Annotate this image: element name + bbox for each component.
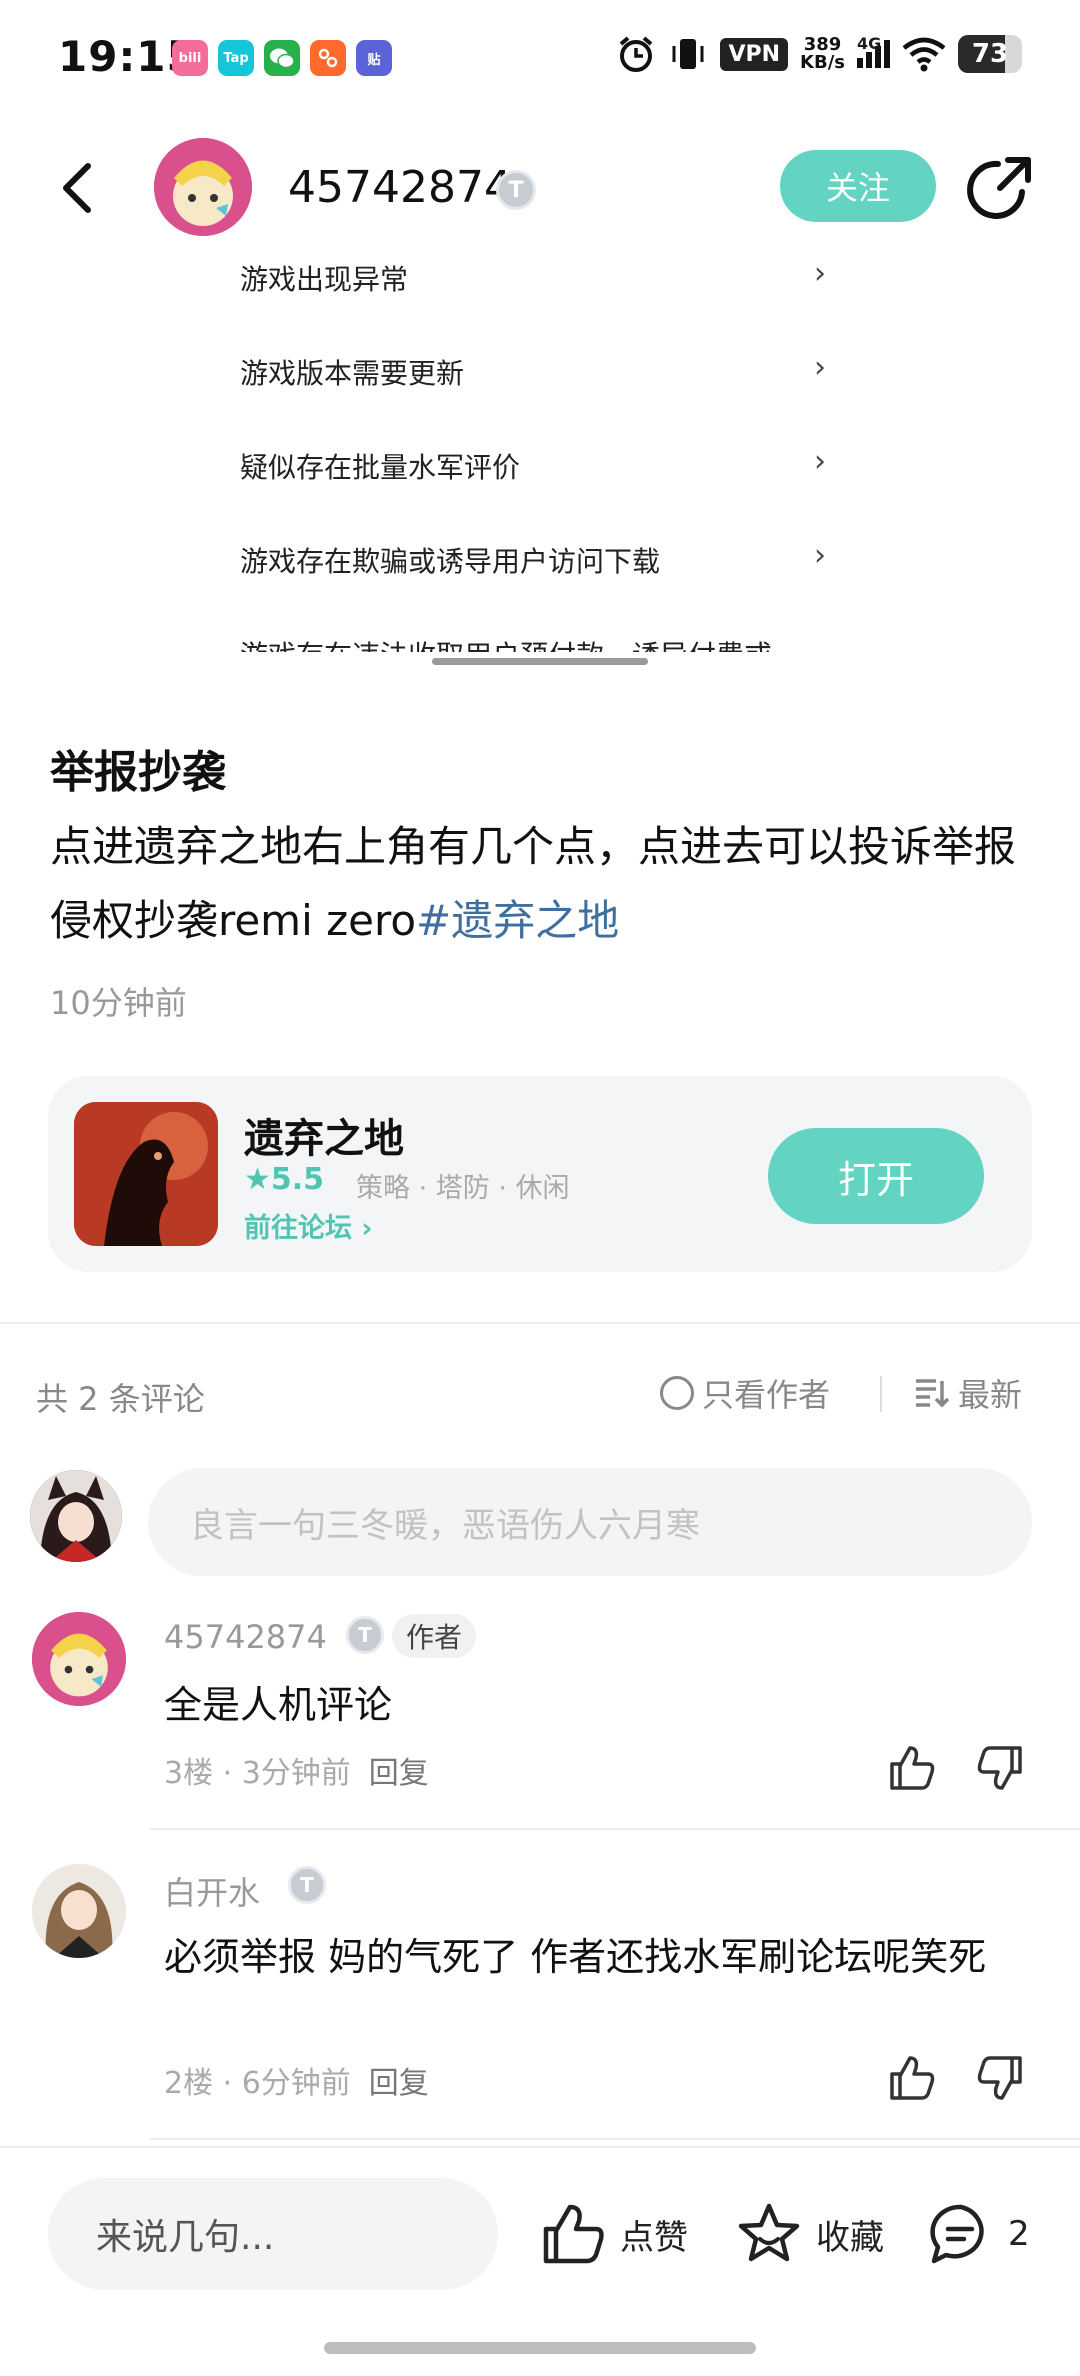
sort-icon (916, 1379, 950, 1408)
reply-button[interactable]: 回复 (369, 1756, 429, 1791)
game-rating: ★5.5 (244, 1162, 325, 1197)
like-button[interactable]: 点赞 (540, 2196, 688, 2272)
taobao-icon (310, 40, 346, 76)
report-item-update[interactable]: 游戏版本需要更新 › (240, 350, 840, 392)
comment-input[interactable]: 良言一句三冬暖，恶语伤人六月寒 (148, 1468, 1032, 1576)
sort-label: 最新 (958, 1376, 1023, 1414)
comment-text: 全是人机评论 (164, 1683, 393, 1727)
game-name: 遗弃之地 (244, 1116, 404, 1162)
report-item-abnormal[interactable]: 游戏出现异常 › (240, 256, 840, 298)
network-speed: 389 KB/s (800, 34, 845, 73)
post-hashtag[interactable]: #遗弃之地 (416, 896, 619, 945)
status-bar: 19:15 bili Tap 贴 VPN 389 KB/s 4G 73 (0, 0, 1080, 118)
chevron-right-icon: › (361, 1213, 373, 1244)
reply-button[interactable]: 回复 (369, 2066, 429, 2101)
author-tag: 作者 (392, 1614, 477, 1658)
commenter-avatar[interactable] (32, 1612, 126, 1706)
thumbs-down-icon[interactable] (976, 1744, 1024, 1792)
author-username[interactable]: 45742874 (288, 162, 512, 213)
commenter-avatar[interactable] (32, 1864, 126, 1958)
radio-circle-icon (660, 1376, 694, 1410)
comments-button[interactable]: 2 (928, 2196, 1030, 2272)
comments-count: 共 2 条评论 (36, 1380, 205, 1418)
comment-floor: 2楼 (164, 2066, 214, 2101)
comment-text: 必须举报 妈的气死了 作者还找水军刷论坛呢笑死 (164, 1935, 987, 1979)
comment-time: 3分钟前 (241, 1756, 351, 1791)
open-game-button[interactable]: 打开 (768, 1128, 984, 1224)
star-icon: ★ (244, 1162, 271, 1197)
status-indicators: VPN 389 KB/s 4G 73 (616, 34, 1022, 74)
author-only-toggle[interactable]: 只看作者 (660, 1370, 830, 1416)
thumbs-down-icon[interactable] (976, 2054, 1024, 2102)
report-item-label: 游戏版本需要更新 (240, 357, 465, 390)
comment-count: 2 (1008, 2214, 1030, 2254)
level-badge-icon: T (346, 1616, 384, 1654)
wifi-icon (902, 37, 946, 72)
favorite-label: 收藏 (816, 2217, 884, 2258)
commenter-name[interactable]: 白开水 (164, 1868, 260, 1914)
alarm-icon (620, 36, 653, 72)
game-card[interactable]: 遗弃之地 ★5.5 策略 · 塔防 · 休闲 前往论坛 › 打开 (48, 1076, 1032, 1272)
thumbs-up-icon[interactable] (888, 2054, 936, 2102)
post-time: 10分钟前 (50, 984, 187, 1022)
share-icon[interactable] (966, 152, 1036, 222)
author-only-label: 只看作者 (702, 1376, 831, 1414)
cellular-signal-icon: 4G (857, 34, 890, 68)
thumbs-up-icon[interactable] (888, 1744, 936, 1792)
report-item-label: 游戏出现异常 (240, 263, 409, 296)
report-item-label: 游戏存在违法收取用户预付款、诱导付费或 (240, 639, 772, 652)
star-icon (738, 2203, 800, 2262)
report-item-fake-reviews[interactable]: 疑似存在批量水军评价 › (240, 444, 840, 486)
report-item-illegal-payment[interactable]: 游戏存在违法收取用户预付款、诱导付费或 (240, 634, 840, 652)
vibrate-icon (672, 39, 704, 69)
top-nav: 45742874 T 关注 (0, 118, 1080, 258)
chevron-right-icon: › (814, 538, 826, 573)
sort-dropdown[interactable]: 最新 (914, 1370, 1022, 1416)
bilibili-icon: bili (172, 40, 208, 76)
author-avatar[interactable] (154, 138, 252, 236)
my-avatar (30, 1470, 122, 1562)
report-item-label: 疑似存在批量水军评价 (240, 451, 521, 484)
level-badge-icon: T (288, 1866, 326, 1904)
chevron-right-icon: › (814, 444, 826, 479)
report-item-fraud-download[interactable]: 游戏存在欺骗或诱导用户访问下载 › (240, 538, 840, 580)
home-indicator[interactable] (324, 2342, 756, 2354)
game-tags: 策略 · 塔防 · 休闲 (356, 1173, 570, 1204)
level-badge-icon: T (496, 170, 536, 210)
bottom-comment-input[interactable]: 来说几句... (48, 2178, 498, 2290)
menu-scrollbar[interactable] (432, 658, 648, 665)
comment-floor: 3楼 (164, 1756, 214, 1791)
post-body: 点进遗弃之地右上角有几个点，点进去可以投诉举报侵权抄袭remi zero#遗弃之… (50, 810, 1030, 958)
chevron-right-icon: › (814, 256, 826, 291)
comment-divider (150, 1828, 1080, 1830)
post-title: 举报抄袭 (50, 747, 226, 798)
notification-icons: bili Tap 贴 (172, 40, 392, 76)
bottom-bar-divider (0, 2146, 1080, 2148)
wechat-icon (264, 40, 300, 76)
comment-meta: 3楼 · 3分钟前 回复 (164, 1756, 429, 1791)
report-item-label: 游戏存在欺骗或诱导用户访问下载 (240, 545, 661, 578)
report-reason-menu: 游戏出现异常 › 游戏版本需要更新 › 疑似存在批量水军评价 › 游戏存在欺骗或… (0, 248, 1080, 660)
forum-link[interactable]: 前往论坛 › (244, 1206, 373, 1245)
battery-icon: 73 (958, 35, 1022, 73)
comment-bubble-icon (930, 2204, 984, 2264)
section-divider (0, 1322, 1080, 1324)
taptap-icon: Tap (218, 40, 254, 76)
tieba-icon: 贴 (356, 40, 392, 76)
thumbs-up-icon (543, 2204, 604, 2264)
comment-meta: 2楼 · 6分钟前 回复 (164, 2066, 429, 2101)
comment-time: 6分钟前 (241, 2066, 351, 2101)
back-arrow-icon[interactable] (50, 158, 110, 218)
favorite-button[interactable]: 收藏 (736, 2196, 884, 2272)
divider (880, 1376, 882, 1412)
commenter-name[interactable]: 45742874 (164, 1618, 327, 1656)
like-label: 点赞 (620, 2217, 688, 2258)
comment-divider (150, 2138, 1080, 2140)
follow-button[interactable]: 关注 (780, 150, 936, 222)
chevron-right-icon: › (814, 350, 826, 385)
game-icon (74, 1102, 218, 1246)
vpn-badge: VPN (720, 37, 789, 71)
